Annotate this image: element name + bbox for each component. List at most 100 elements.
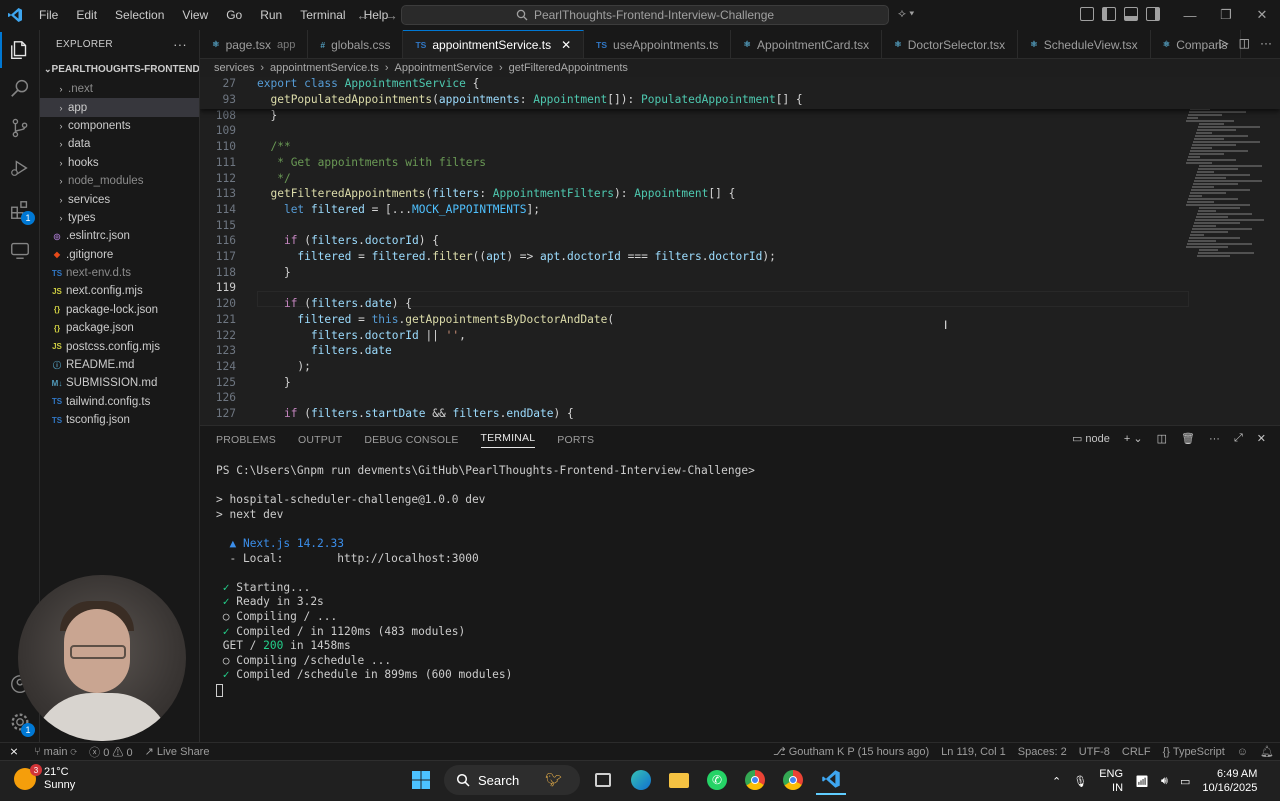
folder-item[interactable]: › hooks [40, 154, 199, 172]
breadcrumb-item[interactable]: getFilteredAppointments [509, 62, 628, 74]
git-blame[interactable]: ⎇ Goutham K P (15 hours ago) [767, 745, 935, 758]
file-item[interactable]: ⓘ README.md [40, 356, 199, 374]
breadcrumb-item[interactable]: appointmentService.ts [270, 62, 379, 74]
menu-view[interactable]: View [173, 0, 217, 30]
indentation[interactable]: Spaces: 2 [1012, 746, 1073, 758]
kill-terminal-icon[interactable]: 🗑 [1181, 432, 1195, 445]
panel-tab-ports[interactable]: PORTS [557, 434, 594, 446]
back-arrow-icon[interactable]: ← [356, 7, 370, 23]
menu-selection[interactable]: Selection [106, 0, 173, 30]
menu-edit[interactable]: Edit [67, 0, 106, 30]
notifications-bell-icon[interactable]: 🔔︎ [1254, 745, 1280, 758]
folder-item[interactable]: › .next [40, 80, 199, 98]
taskbar-search[interactable]: Search 🐦︎ [444, 765, 580, 795]
code-editor[interactable]: 27 export class AppointmentService {93 ge… [200, 77, 1280, 425]
run-debug-icon[interactable] [8, 156, 32, 180]
close-panel-icon[interactable]: ✕ [1257, 432, 1266, 445]
breadcrumb-item[interactable]: AppointmentService [395, 62, 493, 74]
maximize-icon[interactable]: ❐ [1208, 7, 1244, 23]
file-explorer-icon[interactable] [664, 765, 694, 795]
language-mode[interactable]: {} TypeScript [1157, 746, 1231, 758]
more-actions-icon[interactable]: ··· [173, 37, 187, 52]
panel-tab-output[interactable]: OUTPUT [298, 434, 342, 446]
split-editor-icon[interactable]: ◫ [1239, 36, 1250, 50]
customize-layout-icon[interactable] [1080, 7, 1094, 21]
language-indicator[interactable]: ENG IN [1099, 767, 1123, 795]
file-item[interactable]: {} package.json [40, 319, 199, 337]
chrome-icon[interactable] [740, 765, 770, 795]
source-control-icon[interactable] [8, 116, 32, 140]
windows-start-icon[interactable] [406, 765, 436, 795]
close-tab-icon[interactable]: ✕ [561, 38, 571, 52]
minimize-icon[interactable]: — [1172, 8, 1208, 23]
file-item[interactable]: TS next-env.d.ts [40, 264, 199, 282]
remote-explorer-icon[interactable] [8, 238, 32, 262]
maximize-panel-icon[interactable]: ⤢ [1234, 432, 1243, 445]
panel-tab-problems[interactable]: PROBLEMS [216, 434, 276, 446]
forward-arrow-icon[interactable]: → [384, 7, 398, 23]
editor-tab[interactable]: ⚛ page.tsx app [200, 30, 309, 58]
close-window-icon[interactable]: ✕ [1244, 7, 1280, 23]
terminal-output[interactable]: PS C:\Users\Gnpm run devments\GitHub\Pea… [216, 464, 755, 683]
explorer-icon[interactable] [0, 32, 32, 68]
file-item[interactable]: JS next.config.mjs [40, 282, 199, 300]
whatsapp-icon[interactable]: ✆ [702, 765, 732, 795]
folder-item[interactable]: › data [40, 135, 199, 153]
wifi-icon[interactable]: 📶︎ [1135, 775, 1149, 788]
panel-tab-debug-console[interactable]: DEBUG CONSOLE [364, 434, 458, 446]
new-terminal-icon[interactable]: + ⌄ [1124, 432, 1143, 445]
problems-indicator[interactable]: ⓧ 0 ⚠ 0 [83, 744, 138, 760]
folder-item[interactable]: › app [40, 98, 199, 117]
live-share-button[interactable]: ↗ Live Share [139, 745, 216, 758]
toggle-secondary-sidebar-icon[interactable] [1146, 7, 1160, 21]
run-file-icon[interactable]: ▷ [1219, 36, 1228, 50]
more-editor-actions-icon[interactable]: ··· [1260, 36, 1272, 50]
editor-tab[interactable]: TS appointmentService.ts ✕ [403, 30, 585, 58]
command-center-search[interactable]: PearlThoughts-Frontend-Interview-Challen… [401, 5, 889, 25]
breadcrumb-item[interactable]: services [214, 62, 254, 74]
folder-item[interactable]: › services [40, 190, 199, 208]
file-item[interactable]: {} package-lock.json [40, 301, 199, 319]
menu-terminal[interactable]: Terminal [291, 0, 354, 30]
panel-tab-terminal[interactable]: TERMINAL [480, 432, 536, 448]
task-view-icon[interactable] [588, 765, 618, 795]
file-item[interactable]: TS tsconfig.json [40, 411, 199, 429]
file-item[interactable]: JS postcss.config.mjs [40, 337, 199, 355]
editor-tab[interactable]: # globals.css [308, 30, 404, 58]
vscode-taskbar-icon[interactable] [816, 765, 846, 795]
file-item[interactable]: ◆ .gitignore [40, 246, 199, 264]
toggle-panel-icon[interactable] [1124, 7, 1138, 21]
copilot-icon[interactable]: ⟡ ▾ [898, 6, 914, 21]
clock[interactable]: 6:49 AM 10/16/2025 [1202, 767, 1257, 795]
show-hidden-icons-icon[interactable]: ⌃ [1052, 775, 1061, 788]
split-terminal-icon[interactable]: ◫ [1157, 432, 1167, 445]
project-folder-header[interactable]: ⌄ PEARLTHOUGHTS-FRONTEND-... [40, 58, 199, 80]
file-item[interactable]: M↓ SUBMISSION.md [40, 374, 199, 392]
edge-browser-icon[interactable] [626, 765, 656, 795]
folder-item[interactable]: › types [40, 209, 199, 227]
menu-go[interactable]: Go [217, 0, 251, 30]
folder-item[interactable]: › components [40, 117, 199, 135]
weather-widget[interactable]: 3 21°C Sunny [14, 764, 75, 792]
battery-icon[interactable]: ▭ [1180, 775, 1190, 788]
copilot-status-icon[interactable]: ☺ [1231, 746, 1254, 758]
editor-tab[interactable]: ⚛ ScheduleView.tsx [1018, 30, 1151, 58]
search-icon[interactable] [8, 76, 32, 100]
sticky-scroll[interactable]: 27 export class AppointmentService {93 ge… [200, 77, 1280, 109]
chrome-profile-icon[interactable] [778, 765, 808, 795]
line-ending[interactable]: CRLF [1116, 746, 1157, 758]
git-branch[interactable]: ⑂ main ⟳ [28, 746, 83, 758]
encoding[interactable]: UTF-8 [1073, 746, 1116, 758]
editor-tab[interactable]: ⚛ AppointmentCard.tsx [731, 30, 883, 58]
remote-indicator-icon[interactable]: ⨯ [0, 743, 28, 761]
editor-tab[interactable]: ⚛ DoctorSelector.tsx [882, 30, 1019, 58]
menu-run[interactable]: Run [251, 0, 291, 30]
editor-tab[interactable]: TS useAppointments.ts [584, 30, 732, 58]
volume-icon[interactable]: 🔊︎ [1161, 775, 1168, 788]
menu-file[interactable]: File [30, 0, 67, 30]
microphone-icon[interactable]: 🎙︎ [1073, 775, 1087, 788]
cursor-position[interactable]: Ln 119, Col 1 [935, 746, 1012, 758]
file-item[interactable]: TS tailwind.config.ts [40, 393, 199, 411]
settings-gear-icon[interactable]: 1 [8, 710, 35, 737]
file-item[interactable]: ◎ .eslintrc.json [40, 227, 199, 245]
